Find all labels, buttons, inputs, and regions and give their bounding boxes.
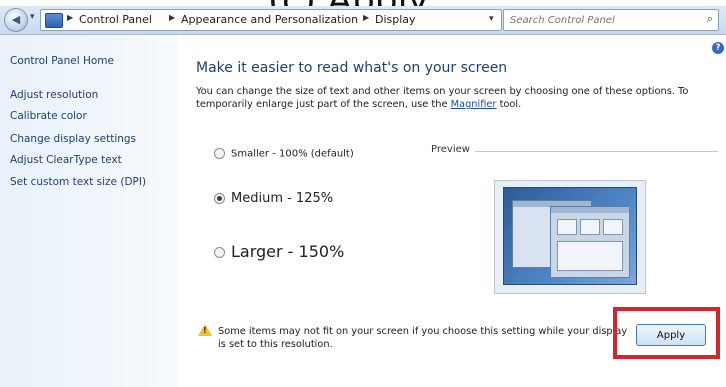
breadcrumb-control-panel[interactable]: Control Panel: [79, 13, 152, 26]
address-dropdown-icon[interactable]: ▾: [489, 14, 494, 24]
magnifier-link[interactable]: Magnifier: [451, 99, 497, 110]
back-arrow-icon[interactable]: ◀: [4, 8, 28, 32]
search-box[interactable]: ⌕: [503, 9, 719, 31]
option-larger[interactable]: Larger - 150%: [214, 242, 344, 261]
option-medium[interactable]: Medium - 125%: [214, 191, 333, 206]
preview-window-front: [550, 206, 630, 278]
apply-highlight-box: [613, 307, 720, 359]
preview-tile: [557, 219, 577, 235]
preview-image: [494, 180, 646, 294]
sidebar-item-control-panel-home[interactable]: Control Panel Home: [10, 55, 114, 67]
search-icon[interactable]: ⌕: [707, 12, 713, 26]
address-box[interactable]: ▶ Control Panel ▶ Appearance and Persona…: [40, 9, 502, 31]
search-input[interactable]: [508, 12, 692, 29]
breadcrumb-appearance[interactable]: Appearance and Personalization: [181, 13, 358, 26]
option-smaller[interactable]: Smaller - 100% (default): [214, 148, 354, 160]
chevron-right-icon[interactable]: ▶: [169, 13, 175, 22]
history-dropdown-icon[interactable]: ▾: [30, 12, 35, 22]
option-medium-label: Medium - 125%: [231, 191, 334, 206]
description-text-end: tool.: [496, 99, 522, 110]
help-icon[interactable]: ?: [712, 42, 724, 54]
breadcrumb-display[interactable]: Display: [375, 13, 416, 26]
description-text: You can change the size of text and othe…: [196, 86, 689, 110]
preview-window-bar: [551, 207, 629, 213]
sidebar-item-adjust-cleartype[interactable]: Adjust ClearType text: [10, 154, 122, 166]
sidebar-item-custom-dpi[interactable]: Set custom text size (DPI): [10, 176, 146, 188]
preview-divider: [475, 151, 718, 152]
radio-larger[interactable]: [214, 247, 225, 258]
address-bar: ◀ ▾ ▶ Control Panel ▶ Appearance and Per…: [0, 6, 726, 35]
chevron-right-icon[interactable]: ▶: [67, 13, 73, 22]
sidebar-item-adjust-resolution[interactable]: Adjust resolution: [10, 89, 98, 101]
option-larger-label: Larger - 150%: [231, 242, 345, 261]
sidebar: Control Panel Home Adjust resolution Cal…: [0, 35, 178, 387]
preview-screen: [503, 187, 637, 285]
warning-text: Some items may not fit on your screen if…: [218, 326, 628, 350]
preview-tile: [557, 241, 623, 271]
control-panel-icon: [45, 13, 63, 28]
page-title: Make it easier to read what's on your sc…: [196, 60, 508, 76]
option-smaller-label: Smaller - 100% (default): [231, 148, 354, 160]
preview-tile: [603, 219, 623, 235]
warning-icon-mark: !: [203, 326, 207, 335]
preview-label: Preview: [431, 144, 470, 155]
page-description: You can change the size of text and othe…: [196, 85, 716, 111]
sidebar-item-calibrate-color[interactable]: Calibrate color: [10, 110, 87, 122]
radio-medium[interactable]: [214, 193, 225, 204]
chevron-right-icon[interactable]: ▶: [363, 13, 369, 22]
sidebar-item-change-display-settings[interactable]: Change display settings: [10, 133, 136, 145]
preview-tile: [580, 219, 600, 235]
radio-smaller[interactable]: [214, 148, 225, 159]
